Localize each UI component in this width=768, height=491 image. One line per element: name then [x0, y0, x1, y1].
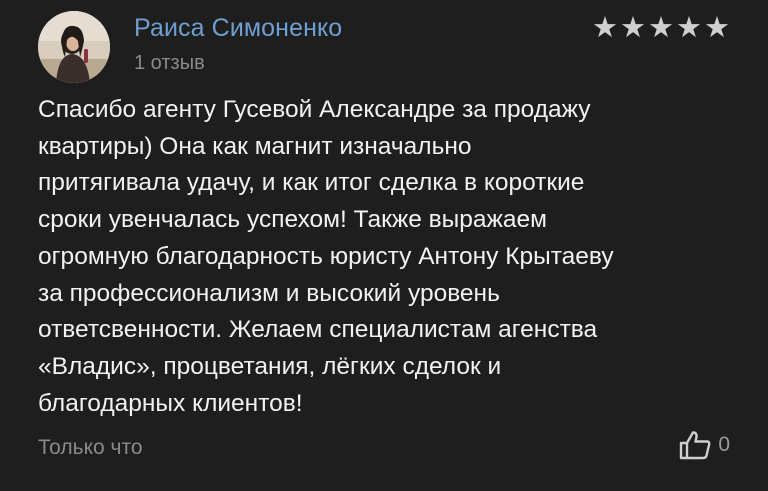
author-review-count: 1 отзыв: [134, 52, 205, 74]
review-text-line: притягивала удачу, и как итог сделка в к…: [38, 169, 585, 197]
review-timestamp: Только что: [38, 436, 143, 459]
review-text-line: квартиры) Она как магнит изначально: [38, 132, 472, 160]
author-name[interactable]: Раиса Симоненко: [134, 14, 342, 43]
star-rating: ★ ★ ★ ★ ★: [592, 12, 730, 44]
star-icon: ★: [676, 12, 702, 44]
review-text-line: благодарных клиентов!: [38, 389, 303, 417]
star-icon: ★: [704, 12, 730, 44]
like-button[interactable]: 0: [678, 430, 730, 460]
review-text-line: огромную благодарность юристу Антону Кры…: [38, 242, 614, 270]
avatar[interactable]: [38, 11, 110, 83]
star-icon: ★: [648, 12, 674, 44]
avatar-photo: [38, 11, 110, 83]
review-card: Раиса Симоненко 1 отзыв ★ ★ ★ ★ ★ Спасиб…: [0, 0, 768, 491]
thumbs-up-icon: [680, 431, 711, 460]
review-text-line: «Владис», процветания, лёгких сделок и: [38, 352, 502, 380]
review-text-line: сроки увенчалась успехом! Также выражаем: [38, 206, 548, 234]
star-icon: ★: [620, 12, 646, 44]
review-text-line: за профессионализм и высокий уровень: [38, 279, 500, 307]
review-text-line: ответсвенности. Желаем специалистам аген…: [38, 316, 598, 344]
review-text-line: Спасибо агенту Гусевой Александре за про…: [38, 96, 591, 123]
review-text: Спасибо агенту Гусевой Александре за про…: [38, 92, 738, 422]
like-count: 0: [718, 433, 730, 456]
star-icon: ★: [592, 12, 618, 44]
